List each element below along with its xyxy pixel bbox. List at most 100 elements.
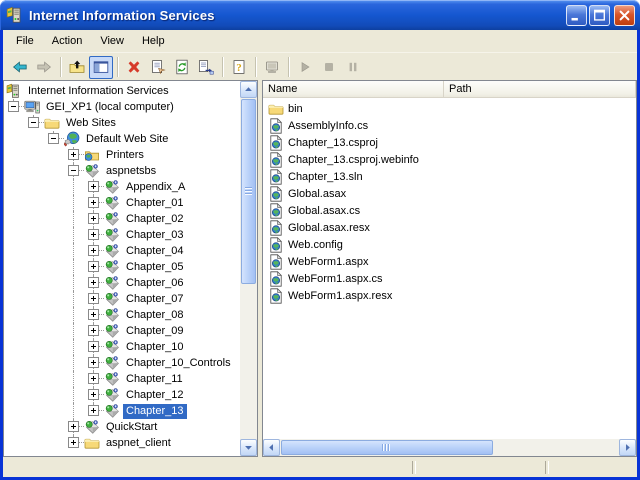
file-row-webform1-aspx-cs[interactable]: WebForm1.aspx.cs [263,270,636,287]
expand-icon[interactable] [88,389,99,400]
export-list-button[interactable] [194,56,218,79]
file-row-assemblyinfo-cs[interactable]: AssemblyInfo.cs [263,117,636,134]
scroll-down-button[interactable] [240,439,257,456]
properties-button[interactable] [146,56,170,79]
tree-item-printers[interactable]: Printers [4,147,240,163]
expand-icon[interactable] [88,245,99,256]
menu-help[interactable]: Help [133,31,174,51]
tree-indent [8,419,28,435]
folder-icon [44,115,60,131]
website-icon [64,131,80,147]
back-button[interactable] [8,56,32,79]
expand-icon[interactable] [88,197,99,208]
up-one-level-button[interactable] [65,56,89,79]
expand-icon[interactable] [88,213,99,224]
expand-icon[interactable] [88,357,99,368]
app-icon [104,307,120,323]
file-row-chapter-13-csproj[interactable]: Chapter_13.csproj [263,134,636,151]
expand-icon[interactable] [88,309,99,320]
help-button[interactable]: ? [227,56,251,79]
tree-item-internet-information-services[interactable]: Internet Information Services [4,83,240,99]
file-row-global-asax-resx[interactable]: Global.asax.resx [263,219,636,236]
expand-icon[interactable] [88,341,99,352]
collapse-icon[interactable] [28,117,39,128]
tree-vertical-scrollbar[interactable] [240,81,257,456]
tree-item-chapter-04[interactable]: Chapter_04 [4,243,240,259]
app-icon [104,227,120,243]
collapse-icon[interactable] [68,165,79,176]
tree-item-chapter-10-controls[interactable]: Chapter_10_Controls [4,355,240,371]
delete-button[interactable] [122,56,146,79]
list-horizontal-scrollbar[interactable] [263,439,636,456]
tree-item-chapter-08[interactable]: Chapter_08 [4,307,240,323]
file-row-webform1-aspx-resx[interactable]: WebForm1.aspx.resx [263,287,636,304]
expand-icon[interactable] [88,261,99,272]
file-row-chapter-13-sln[interactable]: Chapter_13.sln [263,168,636,185]
tree-item-default-web-site[interactable]: Default Web Site [4,131,240,147]
tree-connector [88,307,104,323]
iis-app-icon[interactable] [6,6,24,24]
file-row-global-asax-cs[interactable]: Global.asax.cs [263,202,636,219]
scroll-right-button[interactable] [619,439,636,456]
expand-icon[interactable] [88,405,99,416]
app-window: Internet Information Services FileAction… [0,0,640,480]
tree-item-chapter-01[interactable]: Chapter_01 [4,195,240,211]
tree-item-chapter-10[interactable]: Chapter_10 [4,339,240,355]
file-row-global-asax[interactable]: Global.asax [263,185,636,202]
tree-connector [88,179,104,195]
tree-item-label: Chapter_09 [123,324,187,339]
tree-item-chapter-12[interactable]: Chapter_12 [4,387,240,403]
tree-item-quickstart[interactable]: QuickStart [4,419,240,435]
refresh-button[interactable] [170,56,194,79]
expand-icon[interactable] [88,325,99,336]
expand-icon[interactable] [88,293,99,304]
tree-item-chapter-07[interactable]: Chapter_07 [4,291,240,307]
tree-item-chapter-13[interactable]: Chapter_13 [4,403,240,419]
close-button[interactable] [614,5,635,26]
file-row-bin[interactable]: bin [263,100,636,117]
tree-item-aspnet-client[interactable]: aspnet_client [4,435,240,451]
horizontal-scrollbar-thumb[interactable] [281,440,493,455]
tree-indent [8,307,28,323]
tree-item-web-sites[interactable]: Web Sites [4,115,240,131]
tree-item-aspnetsbs[interactable]: aspnetsbs [4,163,240,179]
expand-icon[interactable] [88,229,99,240]
tree-item-gei-xp1-local-computer[interactable]: GEI_XP1 (local computer) [4,99,240,115]
menu-action[interactable]: Action [43,31,92,51]
collapse-icon[interactable] [8,101,19,112]
file-row-webform1-aspx[interactable]: WebForm1.aspx [263,253,636,270]
tree-item-chapter-05[interactable]: Chapter_05 [4,259,240,275]
scroll-left-button[interactable] [263,439,280,456]
app-icon [104,275,120,291]
tree-item-chapter-03[interactable]: Chapter_03 [4,227,240,243]
minimize-button[interactable] [566,5,587,26]
tree-item-chapter-06[interactable]: Chapter_06 [4,275,240,291]
expand-icon[interactable] [88,373,99,384]
menu-view[interactable]: View [91,31,133,51]
expand-icon[interactable] [68,437,79,448]
tree-indent [8,259,28,275]
expand-icon[interactable] [68,421,79,432]
menu-file[interactable]: File [7,31,43,51]
show-hide-console-tree-button[interactable] [89,56,113,79]
maximize-button[interactable] [589,5,610,26]
scroll-up-button[interactable] [240,81,257,98]
expand-icon[interactable] [88,181,99,192]
tree-indent [8,115,28,131]
pause-item-button [341,56,365,79]
web-file-icon [268,186,284,202]
tree-item-appendix-a[interactable]: Appendix_A [4,179,240,195]
tree-item-chapter-11[interactable]: Chapter_11 [4,371,240,387]
vertical-scrollbar-thumb[interactable] [241,99,256,284]
collapse-icon[interactable] [48,133,59,144]
app-icon [104,323,120,339]
column-header-path[interactable]: Path [444,81,636,98]
tree-item-chapter-02[interactable]: Chapter_02 [4,211,240,227]
file-row-web-config[interactable]: Web.config [263,236,636,253]
file-row-chapter-13-csproj-webinfo[interactable]: Chapter_13.csproj.webinfo [263,151,636,168]
column-header-name[interactable]: Name [263,81,444,98]
expand-icon[interactable] [88,277,99,288]
expand-icon[interactable] [68,149,79,160]
tree-indent [28,387,48,403]
tree-item-chapter-09[interactable]: Chapter_09 [4,323,240,339]
